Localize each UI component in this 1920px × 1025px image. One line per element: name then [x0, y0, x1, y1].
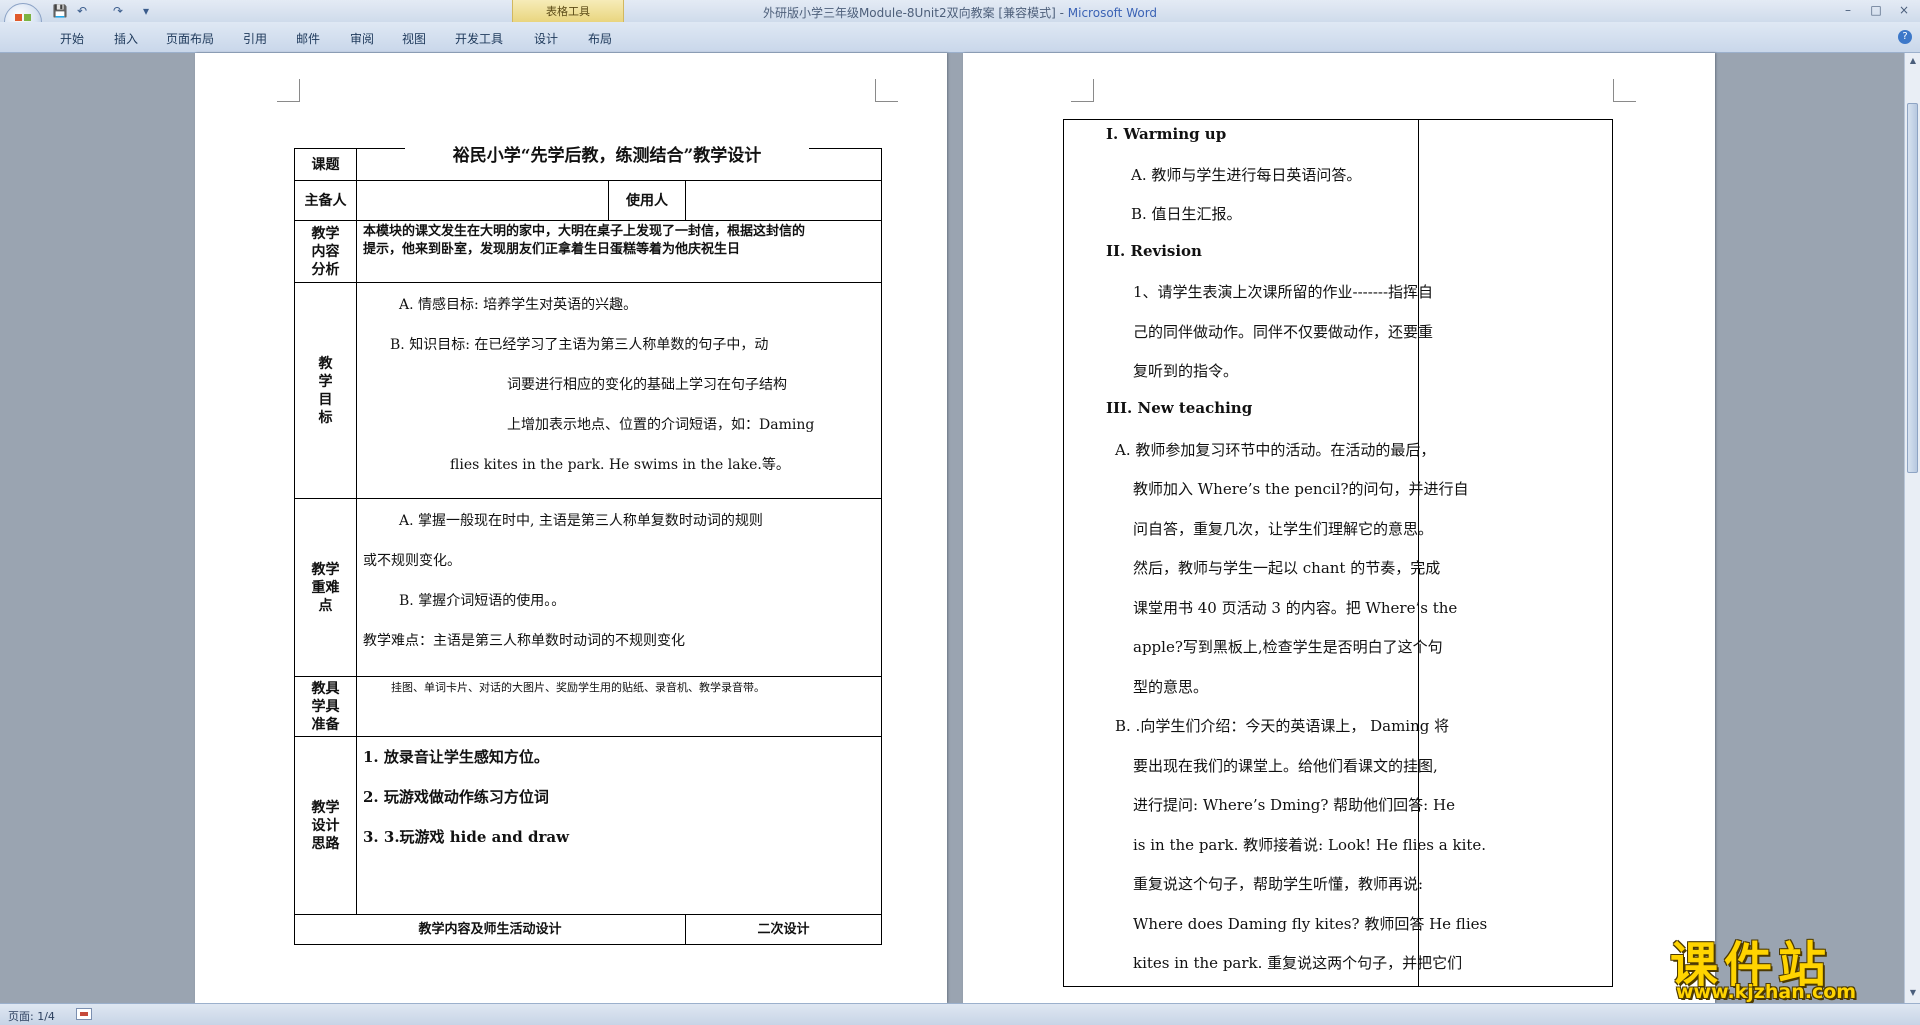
document-page-2[interactable]: I. Warming up A. 教师与学生进行每日英语问答。 B. 值日生汇报… — [963, 53, 1715, 1003]
tab-home[interactable]: 开始 — [60, 30, 84, 47]
tab-review[interactable]: 审阅 — [350, 30, 374, 47]
content-analysis-cell[interactable]: 本模块的课文发生在大明的家中，大明在桌子上发现了一封信，根据这封信的 提示，他来… — [356, 220, 882, 283]
content-analysis-label: 教学 内容 分析 — [294, 220, 357, 283]
help-icon[interactable]: ? — [1898, 30, 1912, 44]
teaching-aids-cell[interactable]: 挂图、单词卡片、对话的大图片、奖励学生用的贴纸、录音机、教学录音带。 — [356, 676, 882, 737]
watermark-url: www.kjzhan.com — [1676, 981, 1857, 1003]
status-bar: 页面: 1/4 — [0, 1003, 1920, 1025]
tab-page-layout[interactable]: 页面布局 — [166, 30, 214, 47]
p2-line-18: is in the park. 教师接着说: Look! He flies a … — [1133, 836, 1487, 854]
margin-corner-top-left — [277, 79, 300, 102]
p2-line-19: 重复说这个句子，帮助学生听懂，教师再说: — [1133, 875, 1424, 893]
margin-corner-top-right — [875, 79, 898, 102]
p2-line-11: 然后，教师与学生一起以 chant 的节奏，完成 — [1133, 559, 1441, 577]
vertical-scrollbar[interactable]: ▲ ▼ — [1904, 53, 1920, 1003]
minimize-button[interactable]: – — [1836, 2, 1860, 18]
app-name: Microsoft Word — [1067, 6, 1158, 20]
design-ideas-cell[interactable]: 1. 放录音让学生感知方位。 2. 玩游戏做动作练习方位词 3. 3.玩游戏 h… — [356, 736, 882, 915]
preparer-cell[interactable] — [356, 180, 609, 221]
title-bar: 💾 ↶ ↷ ▾ 表格工具 外研版小学三年级Module-8Unit2双向教案 [… — [0, 0, 1920, 41]
scroll-up-icon[interactable]: ▲ — [1907, 55, 1919, 67]
teaching-aids-label: 教具 学具 准备 — [294, 676, 357, 737]
activity-design-header: 教学内容及师生活动设计 — [294, 914, 686, 945]
key-points-cell[interactable]: A. 掌握一般现在时中, 主语是第三人称单复数时动词的规则 或不规则变化。 B.… — [356, 498, 882, 677]
topic-label: 课题 — [294, 148, 357, 181]
p2-line-16: 要出现在我们的课堂上。给他们看课文的挂图, — [1133, 757, 1438, 775]
p2-line-14: 型的意思。 — [1133, 678, 1209, 696]
close-button[interactable]: × — [1892, 2, 1916, 18]
user-label: 使用人 — [608, 180, 686, 221]
p2-line-8: A. 教师参加复习环节中的活动。在活动的最后， — [1115, 441, 1436, 459]
p2-line-20: Where does Daming fly kites? 教师回答 He fli… — [1133, 915, 1488, 933]
p2-line-6: 复听到的指令。 — [1133, 362, 1239, 380]
second-design-cell[interactable] — [1418, 119, 1613, 987]
document-name: 外研版小学三年级Module-8Unit2双向教案 [兼容模式] — [762, 6, 1056, 20]
p2-line-9: 教师加入 Where’s the pencil?的问句，并进行自 — [1133, 480, 1469, 498]
user-cell[interactable] — [685, 180, 882, 221]
scroll-down-icon[interactable]: ▼ — [1907, 987, 1919, 999]
p2-line-17: 进行提问: Where’s Dming? 帮助他们回答: He — [1133, 796, 1455, 814]
section-warming-up: I. Warming up — [1106, 125, 1227, 143]
tab-insert[interactable]: 插入 — [114, 30, 138, 47]
section-revision: II. Revision — [1106, 242, 1202, 260]
key-points-label: 教学 重难 点 — [294, 498, 357, 677]
document-workspace[interactable]: 课题 主备人 使用人 教学 内容 分析 本模块的课文发生在大明的家中，大明在桌子… — [0, 53, 1904, 1003]
second-design-header: 二次设计 — [685, 914, 882, 945]
design-ideas-label: 教学 设计 思路 — [294, 736, 357, 915]
maximize-button[interactable]: □ — [1864, 2, 1888, 18]
p2-line-4: 1、请学生表演上次课所留的作业-------指挥自 — [1133, 283, 1434, 301]
margin-corner-top-right — [1613, 79, 1636, 102]
tab-view[interactable]: 视图 — [402, 30, 426, 47]
document-page-1[interactable]: 课题 主备人 使用人 教学 内容 分析 本模块的课文发生在大明的家中，大明在桌子… — [195, 53, 947, 1003]
p2-line-21: kites in the park. 重复说这两个句子，并把它们 — [1133, 954, 1463, 972]
tab-design[interactable]: 设计 — [534, 30, 558, 47]
p2-line-5: 己的同伴做动作。同伴不仅要做动作，还要重 — [1133, 323, 1434, 341]
teaching-goals-label: 教 学 目 标 — [294, 282, 357, 499]
macro-record-icon[interactable] — [76, 1008, 92, 1020]
section-new-teaching: III. New teaching — [1106, 399, 1253, 417]
ribbon-tabs — [0, 22, 1920, 53]
page-count[interactable]: 页面: 1/4 — [8, 1008, 55, 1024]
window-title: 外研版小学三年级Module-8Unit2双向教案 [兼容模式] - Micro… — [762, 6, 1158, 20]
margin-corner-top-left — [1071, 79, 1094, 102]
p2-line-13: apple?写到黑板上,检查学生是否明白了这个句 — [1133, 638, 1443, 656]
p2-line-15: B. .向学生们介绍：今天的英语课上， Daming 将 — [1115, 717, 1450, 735]
preparer-label: 主备人 — [294, 180, 357, 221]
p2-line-10: 问自答，重复几次，让学生们理解它的意思。 — [1133, 520, 1434, 538]
scrollbar-thumb[interactable] — [1907, 103, 1918, 473]
p2-line-1: A. 教师与学生进行每日英语问答。 — [1131, 166, 1362, 184]
tab-developer[interactable]: 开发工具 — [455, 30, 503, 47]
tab-references[interactable]: 引用 — [243, 30, 267, 47]
p2-line-2: B. 值日生汇报。 — [1131, 205, 1242, 223]
teaching-goals-cell[interactable]: A. 情感目标: 培养学生对英语的兴趣。 B. 知识目标: 在已经学习了主语为第… — [356, 282, 882, 499]
tab-layout[interactable]: 布局 — [588, 30, 612, 47]
document-title: 裕民小学“先学后教，练测结合”教学设计 — [405, 141, 809, 166]
lesson-plan-table: 课题 主备人 使用人 教学 内容 分析 本模块的课文发生在大明的家中，大明在桌子… — [294, 148, 882, 945]
p2-line-12: 课堂用书 40 页活动 3 的内容。把 Where’s the — [1133, 599, 1458, 617]
tab-mailings[interactable]: 邮件 — [296, 30, 320, 47]
